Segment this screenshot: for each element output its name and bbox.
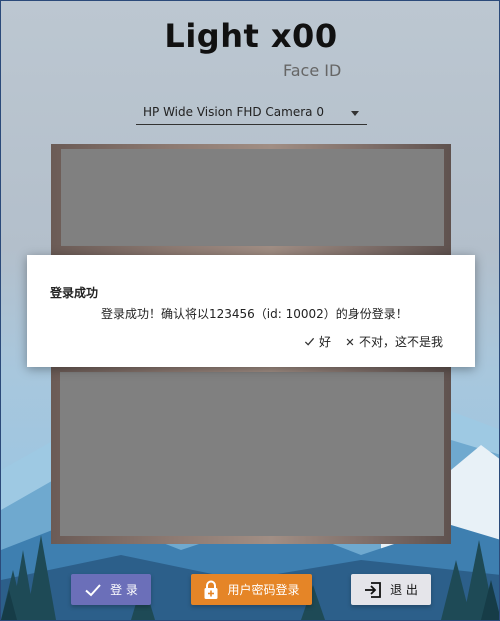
privacy-mask [60,372,444,536]
confirm-button-label: 好 [318,335,331,349]
app-subtitle: Face ID [283,61,342,80]
check-icon [304,337,315,346]
login-success-dialog: 登录成功 登录成功！确认将以123456（id: 10002）的身份登录！ 好 … [27,255,475,367]
close-icon [346,338,354,345]
not-me-button[interactable]: 不对，这不是我 [345,333,443,350]
dropdown-caret-icon [351,111,359,116]
exit-icon [365,581,381,598]
exit-button-label: 退 出 [390,583,418,597]
dialog-title: 登录成功 [50,286,99,300]
exit-button[interactable]: 退 出 [351,574,431,605]
password-login-button[interactable]: 用户密码登录 [191,574,312,605]
app-title: Light x00 [164,17,338,55]
lock-icon [204,580,218,599]
privacy-mask [61,149,444,246]
camera-select[interactable]: HP Wide Vision FHD Camera 0 [136,101,367,125]
app-window: Light x00 Face ID HP Wide Vision FHD Cam… [0,0,500,621]
login-button-label: 登 录 [110,583,138,597]
confirm-button[interactable]: 好 [304,333,331,350]
dialog-message: 登录成功！确认将以123456（id: 10002）的身份登录！ [101,307,408,321]
password-login-button-label: 用户密码登录 [227,583,300,597]
check-icon [85,583,101,596]
not-me-button-label: 不对，这不是我 [358,335,443,349]
login-button[interactable]: 登 录 [71,574,151,605]
camera-select-value: HP Wide Vision FHD Camera 0 [143,105,324,119]
dialog-actions: 好 不对，这不是我 [304,333,443,350]
